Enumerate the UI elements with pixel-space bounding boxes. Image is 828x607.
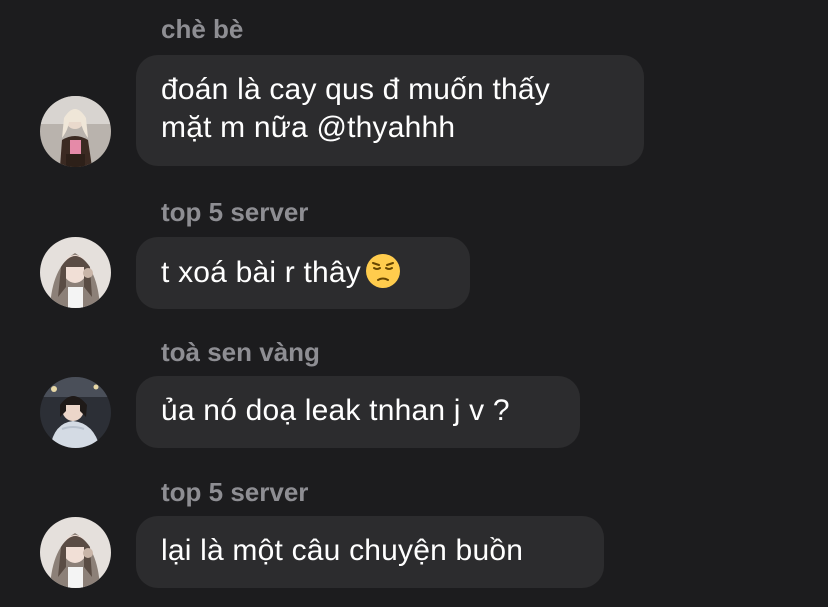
pensive-face-icon (365, 253, 401, 289)
message-text-line: mặt m nữa @thyahhh (161, 111, 456, 144)
message-text-line: t xoá bài r thây (161, 253, 445, 292)
avatar-photo (40, 517, 111, 588)
avatar[interactable] (40, 517, 111, 588)
message-text: t xoá bài r thây (161, 256, 361, 289)
avatar-photo (40, 237, 111, 308)
avatar[interactable] (40, 377, 111, 448)
avatar-photo (40, 377, 111, 448)
sender-name[interactable]: top 5 server (161, 477, 308, 507)
message-text-line: ủa nó doạ leak tnhan j v ? (161, 394, 510, 427)
message-text-line: lại là một câu chuyện buồn (161, 534, 524, 567)
avatar-photo (40, 96, 111, 167)
message-bubble[interactable]: ủa nó doạ leak tnhan j v ? (136, 376, 580, 448)
message-bubble[interactable]: đoán là cay qus đ muốn thấy mặt m nữa @t… (136, 55, 644, 166)
message-text-line: đoán là cay qus đ muốn thấy (161, 73, 550, 106)
sender-name[interactable]: top 5 server (161, 197, 308, 227)
message-bubble[interactable]: t xoá bài r thây (136, 237, 470, 309)
sender-name[interactable]: toà sen vàng (161, 337, 320, 367)
sender-name[interactable]: chè bè (161, 14, 243, 44)
avatar[interactable] (40, 237, 111, 308)
message-bubble[interactable]: lại là một câu chuyện buồn (136, 516, 604, 588)
avatar[interactable] (40, 96, 111, 167)
